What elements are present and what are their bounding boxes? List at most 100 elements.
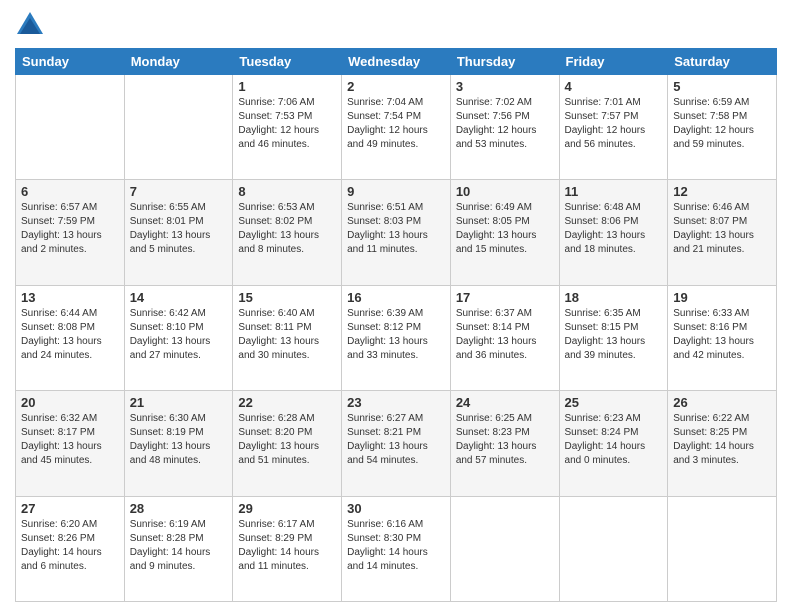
day-number: 14 (130, 290, 228, 305)
day-cell: 5 Sunrise: 6:59 AMSunset: 7:58 PMDaylight… (668, 75, 777, 180)
day-info: Sunrise: 7:02 AMSunset: 7:56 PMDaylight:… (456, 96, 554, 152)
day-info: Sunrise: 6:42 AMSunset: 8:10 PMDaylight:… (130, 307, 228, 363)
weekday-header-saturday: Saturday (668, 49, 777, 75)
day-cell: 17Sunrise: 6:37 AMSunset: 8:14 PMDayligh… (450, 285, 559, 390)
day-cell: 13 Sunrise: 6:44 AMSunset: 8:08 PMDayligh… (16, 285, 125, 390)
day-cell (668, 496, 777, 601)
day-number: 10 (456, 184, 554, 199)
day-number: 4 (565, 79, 663, 94)
day-info: Sunrise: 6:33 AMSunset: 8:16 PMDaylight:… (673, 307, 771, 363)
day-info: Sunrise: 6:30 AMSunset: 8:19 PMDaylight:… (130, 412, 228, 468)
day-number: 28 (130, 501, 228, 516)
day-info: Sunrise: 6:20 AMSunset: 8:26 PMDaylight:… (21, 518, 119, 574)
day-info: Sunrise: 6:39 AMSunset: 8:12 PMDaylight:… (347, 307, 445, 363)
day-cell: 9 Sunrise: 6:51 AMSunset: 8:03 PMDaylight… (342, 180, 451, 285)
day-number: 18 (565, 290, 663, 305)
day-info: Sunrise: 7:01 AMSunset: 7:57 PMDaylight:… (565, 96, 663, 152)
weekday-header-sunday: Sunday (16, 49, 125, 75)
day-cell: 23 Sunrise: 6:27 AMSunset: 8:21 PMDayligh… (342, 391, 451, 496)
day-cell: 8 Sunrise: 6:53 AMSunset: 8:02 PMDaylight… (233, 180, 342, 285)
day-number: 27 (21, 501, 119, 516)
day-number: 2 (347, 79, 445, 94)
weekday-header-monday: Monday (124, 49, 233, 75)
day-info: Sunrise: 6:22 AMSunset: 8:25 PMDaylight:… (673, 412, 771, 468)
day-info: Sunrise: 6:35 AMSunset: 8:15 PMDaylight:… (565, 307, 663, 363)
day-info: Sunrise: 6:44 AMSunset: 8:08 PMDaylight:… (21, 307, 119, 363)
calendar: SundayMondayTuesdayWednesdayThursdayFrid… (15, 48, 777, 602)
day-number: 7 (130, 184, 228, 199)
weekday-header-wednesday: Wednesday (342, 49, 451, 75)
day-number: 23 (347, 395, 445, 410)
weekday-header-thursday: Thursday (450, 49, 559, 75)
day-cell: 14 Sunrise: 6:42 AMSunset: 8:10 PMDayligh… (124, 285, 233, 390)
day-number: 26 (673, 395, 771, 410)
day-number: 15 (238, 290, 336, 305)
day-cell: 1Sunrise: 7:06 AMSunset: 7:53 PMDaylight… (233, 75, 342, 180)
day-info: Sunrise: 6:40 AMSunset: 8:11 PMDaylight:… (238, 307, 336, 363)
week-row-4: 20 Sunrise: 6:32 AMSunset: 8:17 PMDayligh… (16, 391, 777, 496)
day-number: 20 (21, 395, 119, 410)
day-info: Sunrise: 6:59 AMSunset: 7:58 PMDaylight:… (673, 96, 771, 152)
day-cell (559, 496, 668, 601)
day-number: 21 (130, 395, 228, 410)
day-info: Sunrise: 6:16 AMSunset: 8:30 PMDaylight:… (347, 518, 445, 574)
day-info: Sunrise: 6:17 AMSunset: 8:29 PMDaylight:… (238, 518, 336, 574)
day-cell: 24Sunrise: 6:25 AMSunset: 8:23 PMDayligh… (450, 391, 559, 496)
day-info: Sunrise: 6:55 AMSunset: 8:01 PMDaylight:… (130, 201, 228, 257)
day-cell: 19 Sunrise: 6:33 AMSunset: 8:16 PMDayligh… (668, 285, 777, 390)
day-number: 5 (673, 79, 771, 94)
day-info: Sunrise: 6:19 AMSunset: 8:28 PMDaylight:… (130, 518, 228, 574)
day-number: 16 (347, 290, 445, 305)
day-cell: 27 Sunrise: 6:20 AMSunset: 8:26 PMDayligh… (16, 496, 125, 601)
day-number: 17 (456, 290, 554, 305)
day-cell: 11Sunrise: 6:48 AMSunset: 8:06 PMDayligh… (559, 180, 668, 285)
day-cell: 3 Sunrise: 7:02 AMSunset: 7:56 PMDaylight… (450, 75, 559, 180)
day-cell: 22 Sunrise: 6:28 AMSunset: 8:20 PMDayligh… (233, 391, 342, 496)
day-info: Sunrise: 6:57 AMSunset: 7:59 PMDaylight:… (21, 201, 119, 257)
day-info: Sunrise: 6:46 AMSunset: 8:07 PMDaylight:… (673, 201, 771, 257)
day-cell: 29 Sunrise: 6:17 AMSunset: 8:29 PMDayligh… (233, 496, 342, 601)
weekday-header-friday: Friday (559, 49, 668, 75)
logo (15, 10, 49, 40)
day-cell (124, 75, 233, 180)
week-row-5: 27 Sunrise: 6:20 AMSunset: 8:26 PMDayligh… (16, 496, 777, 601)
day-info: Sunrise: 6:28 AMSunset: 8:20 PMDaylight:… (238, 412, 336, 468)
day-info: Sunrise: 6:23 AMSunset: 8:24 PMDaylight:… (565, 412, 663, 468)
day-cell: 15 Sunrise: 6:40 AMSunset: 8:11 PMDayligh… (233, 285, 342, 390)
day-number: 6 (21, 184, 119, 199)
day-cell: 26 Sunrise: 6:22 AMSunset: 8:25 PMDayligh… (668, 391, 777, 496)
day-cell: 6 Sunrise: 6:57 AMSunset: 7:59 PMDaylight… (16, 180, 125, 285)
day-number: 19 (673, 290, 771, 305)
logo-icon (15, 10, 45, 40)
day-number: 29 (238, 501, 336, 516)
header (15, 10, 777, 40)
day-cell: 12Sunrise: 6:46 AMSunset: 8:07 PMDayligh… (668, 180, 777, 285)
day-info: Sunrise: 6:25 AMSunset: 8:23 PMDaylight:… (456, 412, 554, 468)
week-row-2: 6 Sunrise: 6:57 AMSunset: 7:59 PMDaylight… (16, 180, 777, 285)
day-cell: 25Sunrise: 6:23 AMSunset: 8:24 PMDayligh… (559, 391, 668, 496)
day-info: Sunrise: 6:32 AMSunset: 8:17 PMDaylight:… (21, 412, 119, 468)
day-info: Sunrise: 6:27 AMSunset: 8:21 PMDaylight:… (347, 412, 445, 468)
day-number: 9 (347, 184, 445, 199)
day-number: 8 (238, 184, 336, 199)
weekday-header-row: SundayMondayTuesdayWednesdayThursdayFrid… (16, 49, 777, 75)
day-cell: 21 Sunrise: 6:30 AMSunset: 8:19 PMDayligh… (124, 391, 233, 496)
day-cell (450, 496, 559, 601)
day-cell: 20 Sunrise: 6:32 AMSunset: 8:17 PMDayligh… (16, 391, 125, 496)
day-cell: 10 Sunrise: 6:49 AMSunset: 8:05 PMDayligh… (450, 180, 559, 285)
day-cell (16, 75, 125, 180)
day-number: 3 (456, 79, 554, 94)
day-number: 30 (347, 501, 445, 516)
day-cell: 30 Sunrise: 6:16 AMSunset: 8:30 PMDayligh… (342, 496, 451, 601)
day-cell: 28 Sunrise: 6:19 AMSunset: 8:28 PMDayligh… (124, 496, 233, 601)
day-info: Sunrise: 6:49 AMSunset: 8:05 PMDaylight:… (456, 201, 554, 257)
day-number: 22 (238, 395, 336, 410)
weekday-header-tuesday: Tuesday (233, 49, 342, 75)
day-cell: 7 Sunrise: 6:55 AMSunset: 8:01 PMDaylight… (124, 180, 233, 285)
day-info: Sunrise: 7:04 AMSunset: 7:54 PMDaylight:… (347, 96, 445, 152)
day-info: Sunrise: 7:06 AMSunset: 7:53 PMDaylight:… (238, 96, 336, 152)
day-info: Sunrise: 6:51 AMSunset: 8:03 PMDaylight:… (347, 201, 445, 257)
day-number: 13 (21, 290, 119, 305)
week-row-3: 13 Sunrise: 6:44 AMSunset: 8:08 PMDayligh… (16, 285, 777, 390)
day-info: Sunrise: 6:53 AMSunset: 8:02 PMDaylight:… (238, 201, 336, 257)
